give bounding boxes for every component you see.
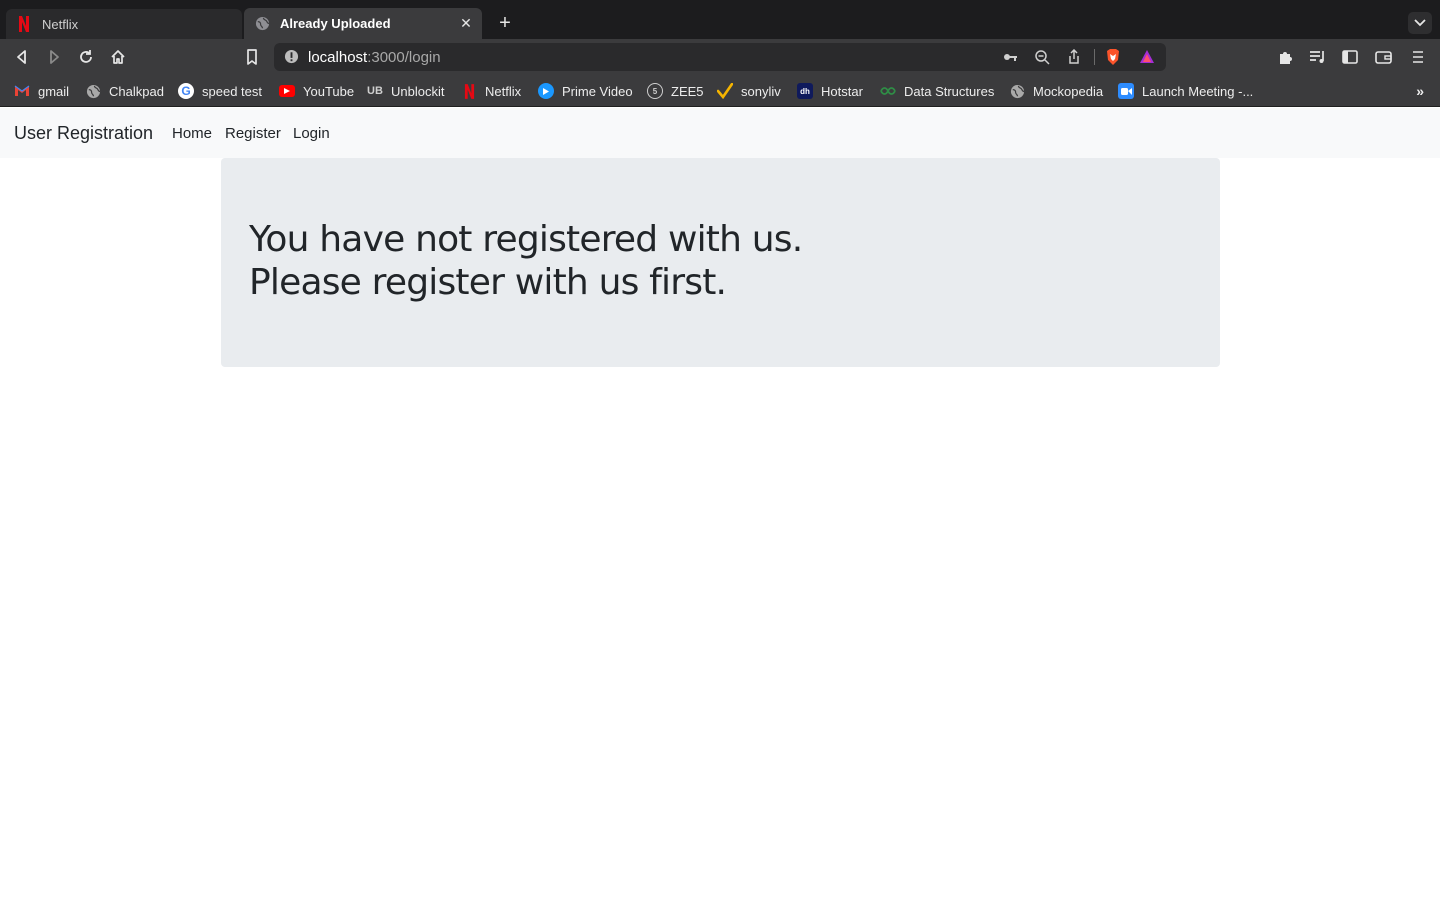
bookmark-hotstar[interactable]: dh Hotstar	[797, 82, 863, 100]
address-bar[interactable]: localhost:3000/login	[274, 43, 1166, 71]
brave-shields-icon[interactable]	[1104, 48, 1122, 71]
netflix-icon	[16, 16, 32, 32]
tab-title: Already Uploaded	[280, 16, 391, 31]
bookmark-youtube[interactable]: YouTube	[279, 82, 354, 100]
bookmarks-bar: gmail Chalkpad G speed test YouTube UB U…	[0, 75, 1440, 107]
bookmark-gmail[interactable]: gmail	[14, 82, 69, 100]
youtube-icon	[279, 85, 295, 97]
message-jumbotron: You have not registered with us. Please …	[221, 158, 1220, 367]
wallet-button[interactable]	[1374, 47, 1394, 67]
url-host: localhost	[308, 49, 368, 66]
hotstar-icon: dh	[797, 83, 813, 99]
tab-already-uploaded[interactable]: Already Uploaded ✕	[244, 8, 482, 39]
gmail-icon	[14, 83, 30, 99]
bookmark-label: Hotstar	[821, 83, 863, 99]
home-button[interactable]	[108, 47, 128, 67]
globe-icon	[1009, 83, 1025, 99]
bookmark-sonyliv[interactable]: sonyliv	[717, 82, 781, 100]
close-tab-icon[interactable]: ✕	[458, 15, 474, 31]
page-viewport: User Registration Home Register Login Yo…	[0, 108, 1440, 900]
bookmark-label: gmail	[38, 83, 70, 99]
bookmark-label: Mockopedia	[1033, 83, 1104, 99]
brave-rewards-icon[interactable]	[1138, 48, 1156, 71]
new-tab-button[interactable]: +	[494, 12, 516, 34]
puzzle-icon	[1280, 52, 1292, 64]
tab-title: Netflix	[42, 16, 79, 32]
reload-button[interactable]	[76, 47, 96, 67]
more-bookmarks-icon[interactable]: »	[1416, 83, 1424, 99]
playlist-icon	[1310, 51, 1324, 63]
back-arrow-icon	[17, 50, 26, 64]
back-button[interactable]	[12, 47, 32, 67]
home-icon	[111, 50, 125, 64]
share-icon[interactable]	[1066, 48, 1082, 70]
wallet-icon	[1375, 51, 1392, 64]
netflix-icon	[461, 83, 477, 99]
navbar: User Registration Home Register Login	[0, 108, 1440, 158]
bookmark-mockopedia[interactable]: Mockopedia	[1009, 82, 1103, 100]
bookmark-label: Prime Video	[562, 83, 633, 99]
navbar-brand[interactable]: User Registration	[14, 123, 153, 144]
nav-link-login[interactable]: Login	[293, 125, 330, 142]
bookmark-label: Chalkpad	[109, 83, 164, 99]
url-path: :3000/login	[367, 49, 441, 66]
bookmark-speed-test[interactable]: G speed test	[178, 82, 262, 100]
bookmark-button[interactable]	[242, 47, 262, 67]
unblockit-icon: UB	[367, 85, 383, 97]
info-icon[interactable]	[284, 49, 299, 69]
zoom-out-icon[interactable]	[1034, 49, 1050, 70]
globe-icon	[254, 16, 270, 32]
tab-list-button[interactable]	[1408, 12, 1432, 34]
forward-arrow-icon	[50, 50, 59, 64]
key-icon[interactable]	[1002, 49, 1018, 70]
bookmark-label: Netflix	[485, 83, 522, 99]
bookmark-label: Unblockit	[391, 83, 445, 99]
globe-icon	[85, 83, 101, 99]
message-line-1: You have not registered with us.	[249, 219, 803, 260]
bookmark-netflix[interactable]: Netflix	[461, 82, 521, 100]
bookmark-label: YouTube	[303, 83, 355, 99]
sonyliv-icon	[717, 83, 733, 99]
forward-button[interactable]	[44, 47, 64, 67]
reload-icon	[80, 50, 92, 63]
chevron-down-icon	[1414, 19, 1426, 27]
bookmark-label: Data Structures	[904, 83, 995, 99]
not-registered-message: You have not registered with us. Please …	[249, 218, 1149, 304]
tab-netflix[interactable]: Netflix	[6, 9, 242, 39]
sidebar-button[interactable]	[1340, 47, 1360, 67]
url-text: localhost:3000/login	[308, 49, 441, 66]
bookmark-zee5[interactable]: 5 ZEE5	[647, 82, 704, 100]
data-structures-icon	[880, 83, 896, 99]
nav-link-register[interactable]: Register	[225, 125, 281, 142]
zee5-icon: 5	[647, 83, 663, 99]
bookmark-label: Launch Meeting -...	[1142, 83, 1254, 99]
bookmark-icon	[247, 49, 257, 65]
message-line-2: Please register with us first.	[249, 262, 727, 303]
bookmark-label: sonyliv	[741, 83, 781, 99]
sidebar-icon	[1342, 50, 1358, 64]
google-icon: G	[178, 83, 194, 99]
playlist-button[interactable]	[1308, 47, 1328, 67]
menu-button[interactable]	[1408, 47, 1428, 67]
bookmark-launch-meeting[interactable]: Launch Meeting -...	[1118, 82, 1253, 100]
separator	[1094, 49, 1095, 65]
nav-link-home[interactable]: Home	[172, 125, 212, 142]
tab-strip: Netflix Already Uploaded ✕ +	[0, 0, 1440, 39]
browser-toolbar: localhost:3000/login	[0, 39, 1440, 75]
hamburger-menu-icon	[1413, 51, 1423, 63]
bookmark-prime-video[interactable]: Prime Video	[538, 82, 633, 100]
prime-video-icon	[538, 83, 554, 99]
bookmark-chalkpad[interactable]: Chalkpad	[85, 82, 164, 100]
bookmark-data-structures[interactable]: Data Structures	[880, 82, 994, 100]
extensions-button[interactable]	[1276, 47, 1296, 67]
bookmark-label: speed test	[202, 83, 262, 99]
zoom-icon	[1118, 83, 1134, 99]
bookmark-label: ZEE5	[671, 83, 704, 99]
bookmark-unblockit[interactable]: UB Unblockit	[367, 82, 444, 100]
